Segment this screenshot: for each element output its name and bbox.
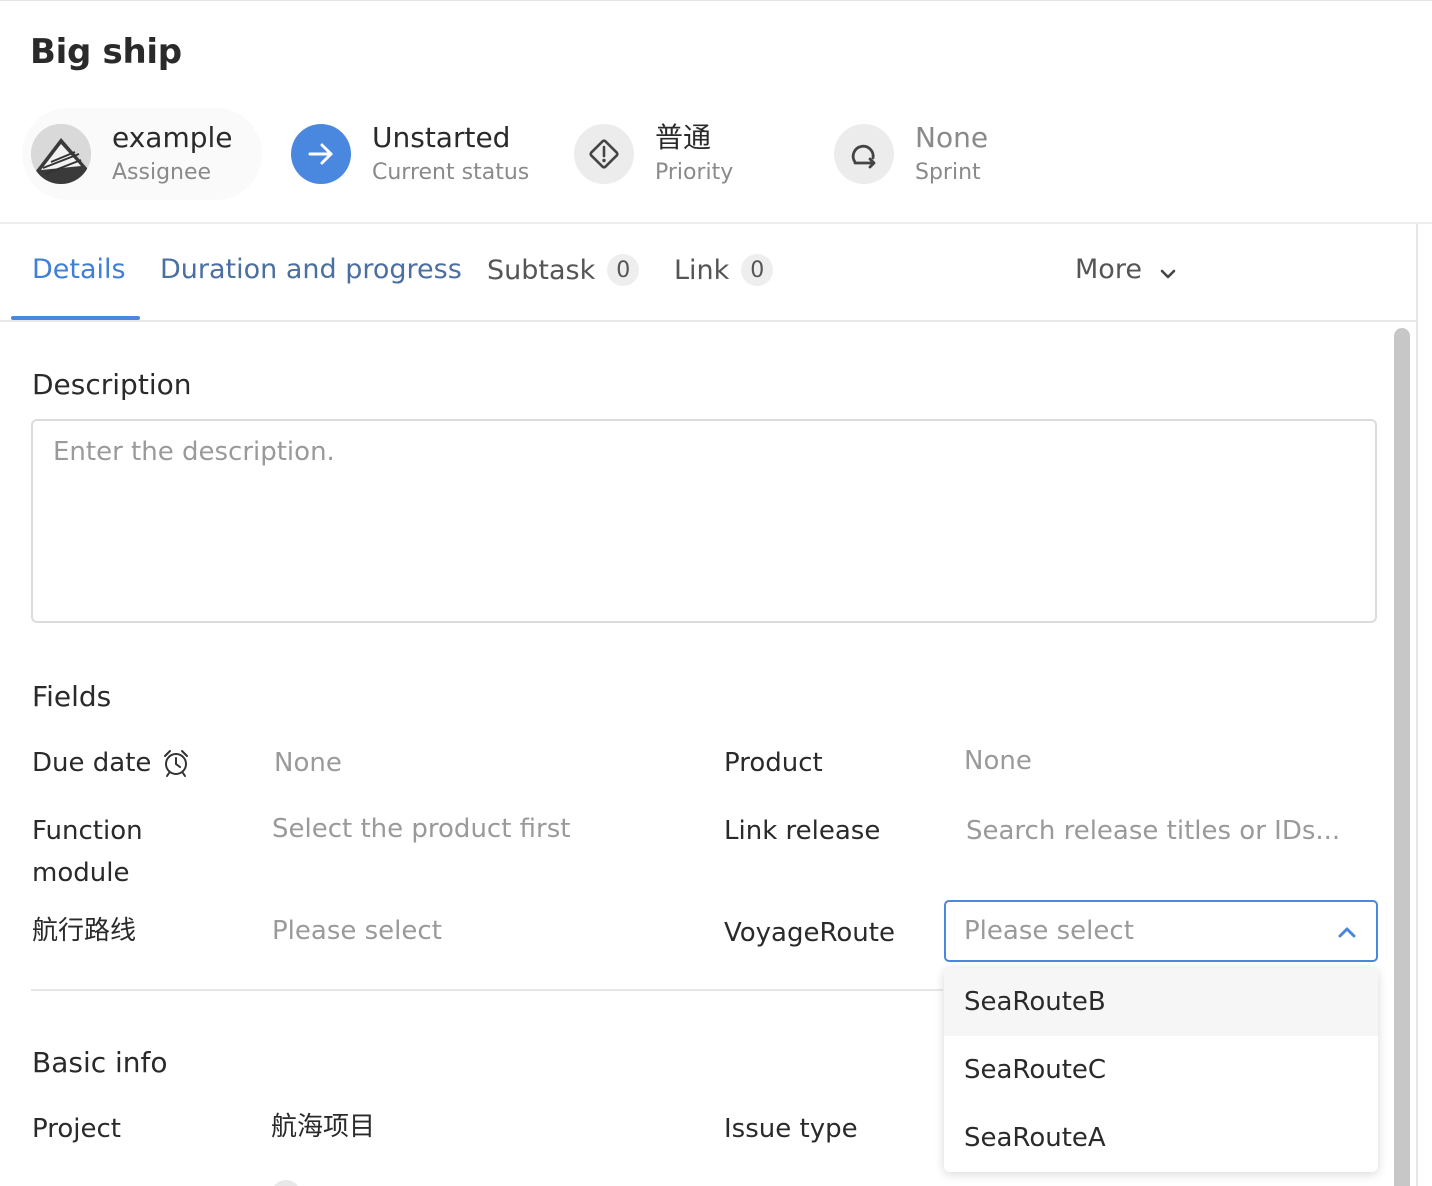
route-cn-label: 航行路线 [32,916,137,946]
details-panel: Details Duration and progress Subtask 0 … [0,224,1418,1186]
tab-more-label: More [1075,254,1142,285]
due-date-label: Due date [32,742,191,784]
due-date-label-text: Due date [32,748,152,778]
project-label: Project [32,1114,121,1144]
dropdown-option[interactable]: SeaRouteC [944,1036,1378,1104]
scrollbar[interactable] [1394,328,1410,1186]
sprint-field[interactable]: None Sprint [834,108,988,200]
assignee-caption: Assignee [112,159,212,185]
voyage-route-placeholder: Please select [964,916,1134,946]
reporter-avatar [271,1180,301,1186]
product-label: Product [724,748,823,778]
status-caption: Current status [372,159,530,185]
status-value: Unstarted [372,120,511,154]
function-module-label-line2: module [32,858,130,888]
chevron-down-icon [1158,260,1178,280]
issue-title[interactable]: Big ship [30,32,182,72]
sprint-caption: Sprint [915,159,981,185]
chevron-up-icon [1336,920,1358,942]
basic-info-heading: Basic info [32,1046,168,1079]
sprint-cycle-icon [834,124,894,184]
voyage-route-dropdown: SeaRouteB SeaRouteC SeaRouteA [944,968,1378,1172]
tab-details-label: Details [32,254,126,285]
subtask-count-badge: 0 [607,254,640,286]
voyage-route-select[interactable]: Please select [944,900,1378,962]
tab-duration-progress[interactable]: Duration and progress [160,254,462,285]
arrow-right-icon [291,124,351,184]
priority-value: 普通 [655,120,712,154]
status-field[interactable]: Unstarted Current status [291,108,529,200]
tab-details[interactable]: Details [32,254,126,285]
tab-link[interactable]: Link 0 [674,254,774,286]
assignee-field[interactable]: example Assignee [22,108,262,200]
link-count-badge: 0 [741,254,774,286]
tab-duration-label: Duration and progress [160,254,462,285]
function-module-label-line1: Function [32,816,143,846]
description-input[interactable]: Enter the description. [31,419,1377,623]
dropdown-option[interactable]: SeaRouteA [944,1104,1378,1172]
section-divider [31,989,943,991]
dropdown-option[interactable]: SeaRouteB [944,968,1378,1036]
tab-link-label: Link [674,254,730,286]
assignee-name: example [112,120,233,154]
top-border [0,0,1432,1]
priority-diamond-icon [574,124,634,184]
active-tab-indicator [11,316,140,320]
tab-bar: Details Duration and progress Subtask 0 … [0,224,1416,322]
tab-subtask[interactable]: Subtask 0 [487,254,640,286]
issue-type-label: Issue type [724,1114,858,1144]
tab-subtask-label: Subtask [487,254,596,286]
priority-field[interactable]: 普通 Priority [574,108,733,200]
avatar [31,124,91,184]
sprint-value: None [915,120,989,154]
tab-more[interactable]: More [1075,254,1178,285]
priority-caption: Priority [655,159,734,185]
link-release-search-input[interactable]: Search release titles or IDs... [966,810,1340,852]
function-module-value[interactable]: Select the product first [272,808,570,850]
project-value[interactable]: 航海项目 [271,1106,375,1148]
link-release-label: Link release [724,816,881,846]
fields-heading: Fields [32,680,112,713]
product-value[interactable]: None [964,740,1032,782]
route-cn-select[interactable]: Please select [272,910,442,952]
alarm-clock-icon [161,748,191,778]
description-heading: Description [32,368,192,401]
voyage-route-label: VoyageRoute [724,918,895,948]
due-date-value[interactable]: None [274,742,342,784]
